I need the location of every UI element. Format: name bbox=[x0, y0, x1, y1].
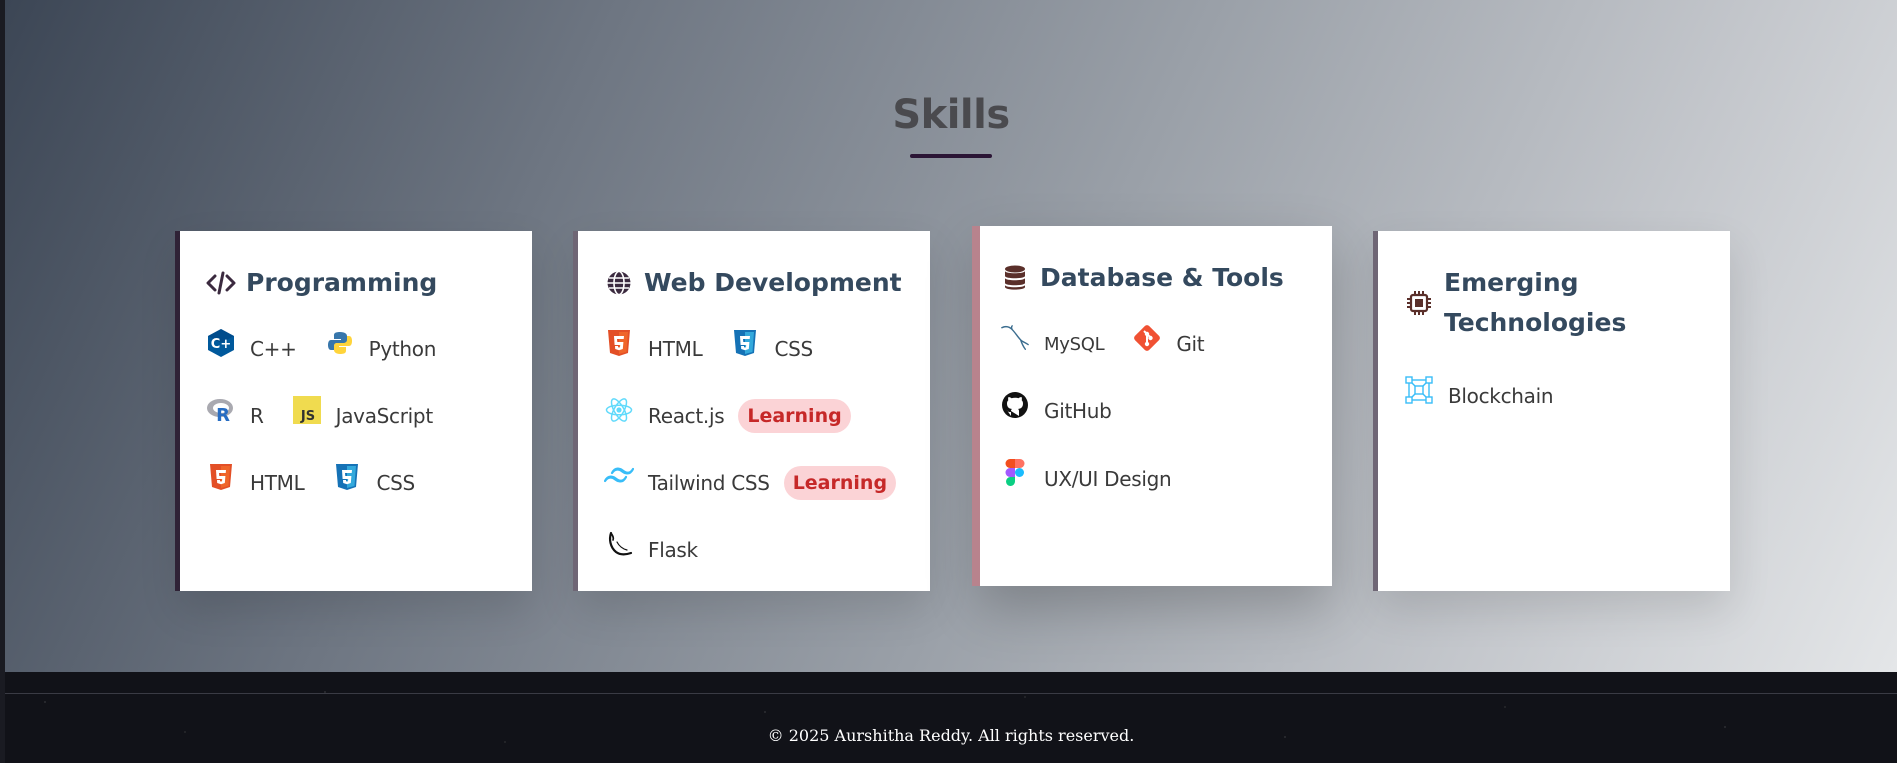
card-title-text: Database & Tools bbox=[1040, 263, 1284, 292]
skill-label: Git bbox=[1176, 332, 1205, 356]
figma-icon bbox=[1000, 458, 1030, 488]
skill-row: Flask bbox=[604, 530, 726, 570]
card-title: Web Development bbox=[604, 263, 902, 303]
card-title: Programming bbox=[206, 263, 437, 303]
skill-label: CSS bbox=[376, 471, 415, 495]
database-icon bbox=[1000, 258, 1030, 298]
github-icon bbox=[1000, 390, 1030, 420]
skill-label: Flask bbox=[648, 538, 698, 562]
svg-text:R: R bbox=[216, 405, 230, 423]
card-title: Database & Tools bbox=[1000, 258, 1284, 298]
skill-python: Python bbox=[325, 332, 437, 364]
flask-icon bbox=[604, 529, 634, 559]
card-title: Emerging Technologies bbox=[1404, 263, 1626, 343]
card-accent bbox=[972, 226, 980, 586]
mysql-icon bbox=[1000, 323, 1030, 353]
skill-row: MySQL Git bbox=[1000, 324, 1232, 364]
card-accent bbox=[175, 231, 180, 591]
card-title-text: Web Development bbox=[644, 268, 902, 297]
skill-label: R bbox=[250, 404, 264, 428]
skill-card-web-development: Web Development HTML CSS React.js Learni… bbox=[573, 231, 930, 591]
card-title-text: Emerging Technologies bbox=[1444, 263, 1626, 343]
section-title: Skills bbox=[892, 92, 1010, 138]
javascript-icon: JS bbox=[292, 395, 322, 425]
skill-mysql: MySQL bbox=[1000, 325, 1105, 359]
card-title-line: Emerging bbox=[1444, 268, 1579, 297]
css3-icon bbox=[332, 462, 362, 492]
skill-label: Blockchain bbox=[1448, 384, 1554, 408]
skill-row: Blockchain bbox=[1404, 376, 1581, 416]
skill-label: MySQL bbox=[1044, 333, 1105, 355]
skill-css: CSS bbox=[332, 464, 415, 498]
skill-r: R R bbox=[206, 399, 264, 431]
card-title-line: Technologies bbox=[1444, 308, 1627, 337]
skill-row: GitHub bbox=[1000, 391, 1140, 431]
skill-card-programming: Programming C+ C++ Python R R JS JavaScr… bbox=[175, 231, 532, 591]
skill-label: HTML bbox=[250, 471, 305, 495]
learning-badge: Learning bbox=[738, 399, 851, 433]
skill-blockchain: Blockchain bbox=[1404, 376, 1554, 411]
skills-section: Skills Programming C+ C++ Python R R JS … bbox=[5, 0, 1897, 672]
skill-row: R R JS JavaScript bbox=[206, 396, 461, 436]
css3-icon bbox=[730, 328, 760, 358]
skill-label: GitHub bbox=[1044, 399, 1112, 423]
git-icon bbox=[1132, 323, 1162, 353]
skill-row: UX/UI Design bbox=[1000, 459, 1199, 499]
skill-row: C+ C++ Python bbox=[206, 329, 464, 369]
r-icon: R bbox=[206, 395, 236, 425]
footer-divider bbox=[5, 693, 1897, 694]
skill-label: Python bbox=[368, 337, 437, 361]
skill-github: GitHub bbox=[1000, 392, 1112, 426]
learning-badge: Learning bbox=[783, 466, 897, 500]
react-icon bbox=[604, 395, 634, 425]
python-icon bbox=[325, 328, 355, 358]
skill-label: JavaScript bbox=[335, 404, 434, 428]
card-title-text: Programming bbox=[246, 268, 438, 297]
globe-icon bbox=[604, 263, 634, 303]
blockchain-icon bbox=[1404, 375, 1434, 405]
skill-label: React.js bbox=[648, 404, 725, 428]
skill-css: CSS bbox=[730, 330, 813, 364]
code-icon bbox=[206, 263, 236, 303]
skill-row: React.js Learning bbox=[604, 396, 879, 436]
skill-git: Git bbox=[1132, 325, 1205, 359]
skill-card-emerging-technologies: Emerging Technologies Blockchain bbox=[1373, 231, 1730, 591]
skill-tailwind: Tailwind CSS Learning bbox=[604, 466, 897, 500]
cpp-icon: C+ bbox=[206, 328, 236, 358]
skill-label: Tailwind CSS bbox=[648, 471, 770, 495]
skill-row: HTML CSS bbox=[206, 463, 443, 503]
footer: © 2025 Aurshitha Reddy. All rights reser… bbox=[5, 672, 1897, 763]
card-accent bbox=[1373, 231, 1378, 591]
tailwind-icon bbox=[604, 462, 634, 492]
page-frame: Skills Programming C+ C++ Python R R JS … bbox=[5, 0, 1897, 763]
skill-label: C++ bbox=[250, 337, 297, 361]
card-accent bbox=[573, 231, 578, 591]
skill-row: HTML CSS bbox=[604, 329, 841, 369]
title-underline bbox=[910, 154, 992, 158]
svg-text:JS: JS bbox=[300, 409, 315, 424]
svg-text:C+: C+ bbox=[211, 337, 231, 352]
skill-row: Tailwind CSS Learning bbox=[604, 463, 924, 503]
skill-label: UX/UI Design bbox=[1044, 467, 1172, 491]
skill-react: React.js Learning bbox=[604, 398, 851, 433]
skill-ux-ui-design: UX/UI Design bbox=[1000, 459, 1172, 494]
skill-javascript: JS JavaScript bbox=[292, 396, 434, 431]
skill-cpp: C+ C++ bbox=[206, 329, 297, 364]
skill-card-database-tools: Database & Tools MySQL Git GitHub UX/UI … bbox=[972, 226, 1332, 586]
chip-icon bbox=[1404, 263, 1434, 343]
skill-html: HTML bbox=[206, 464, 305, 498]
html5-icon bbox=[604, 328, 634, 358]
skill-html: HTML bbox=[604, 330, 703, 364]
copyright-text: © 2025 Aurshitha Reddy. All rights reser… bbox=[767, 726, 1135, 745]
skill-label: HTML bbox=[648, 337, 703, 361]
skill-label: CSS bbox=[774, 337, 813, 361]
html5-icon bbox=[206, 462, 236, 492]
skill-flask: Flask bbox=[604, 531, 698, 565]
